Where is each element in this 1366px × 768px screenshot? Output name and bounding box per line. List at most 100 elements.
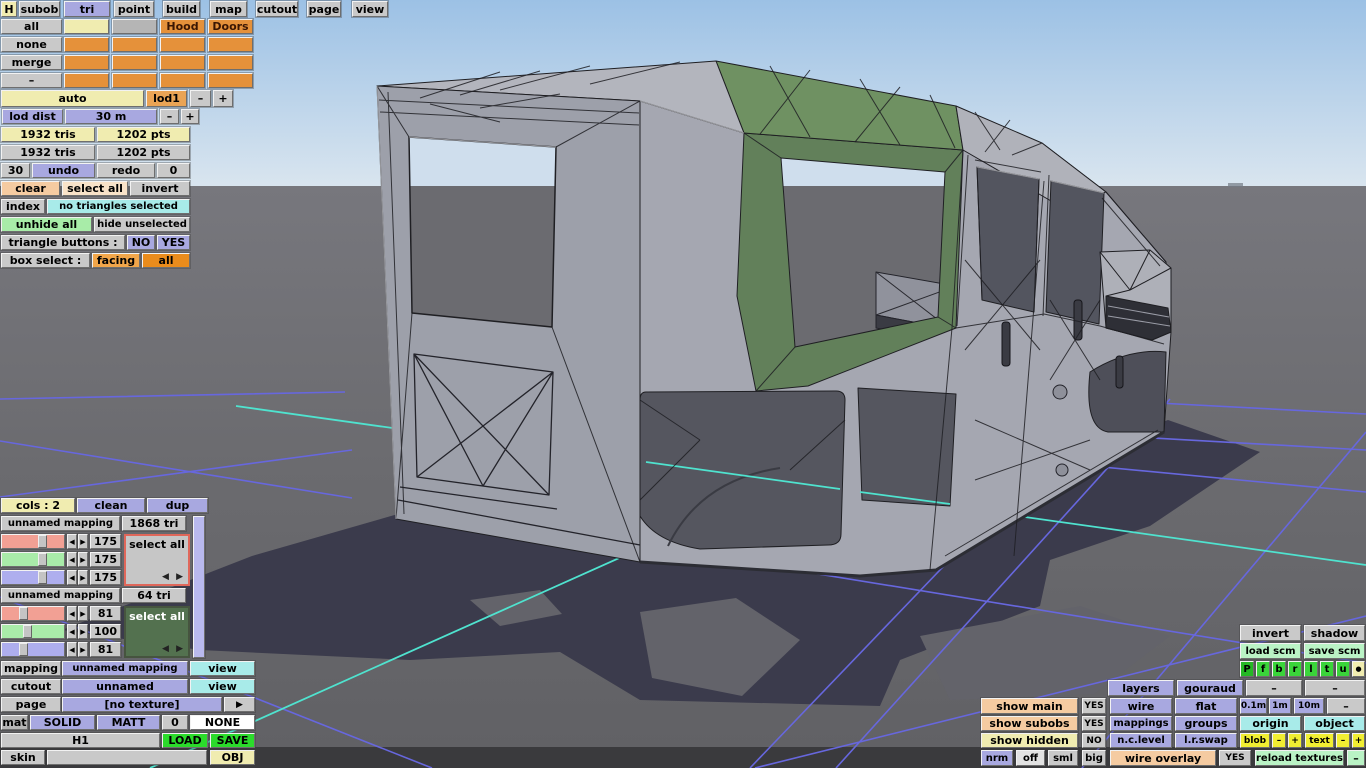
tab-build[interactable]: build xyxy=(162,0,201,18)
box-select-all[interactable]: all xyxy=(141,252,191,269)
subob-slot-2-4[interactable] xyxy=(207,36,254,53)
redo-button[interactable]: redo xyxy=(96,162,156,179)
mapping-list-scrollbar[interactable] xyxy=(192,515,206,659)
lod-plus-button[interactable]: + xyxy=(212,89,234,108)
mappings-button[interactable]: mappings xyxy=(1109,715,1173,732)
mapping-2-blue-slider-thumb[interactable] xyxy=(19,643,28,656)
grid-1m-button[interactable]: 1m xyxy=(1268,697,1292,715)
subob-slot-3-4[interactable] xyxy=(207,54,254,71)
subob-slot-1-2[interactable] xyxy=(111,18,158,35)
show-subobs-toggle[interactable]: YES xyxy=(1081,715,1107,732)
mapping-1-blue-slider[interactable] xyxy=(0,569,66,586)
mapping-1-red-value[interactable]: 175 xyxy=(89,533,122,550)
mapping-current-name[interactable]: unnamed mapping xyxy=(61,660,189,677)
skin-name-field[interactable] xyxy=(46,749,208,766)
nrm-off-button[interactable]: off xyxy=(1015,749,1046,767)
groups-button[interactable]: groups xyxy=(1174,715,1238,732)
mat-index-value[interactable]: 0 xyxy=(161,714,189,731)
mapping-1-blue-value[interactable]: 175 xyxy=(89,569,122,586)
cols-button[interactable]: cols : 2 xyxy=(0,497,76,514)
mat-none-button[interactable]: NONE xyxy=(189,714,256,731)
wire-button[interactable]: wire xyxy=(1109,697,1173,715)
subob-merge-button[interactable]: merge xyxy=(0,54,63,71)
tab-subob[interactable]: subob xyxy=(18,0,61,18)
view-preset-right[interactable]: r xyxy=(1287,660,1303,678)
text-minus[interactable]: – xyxy=(1335,732,1351,749)
mapping-1-select-all-box[interactable]: select all ◀ ▶ xyxy=(124,534,190,586)
cutout-current-name[interactable]: unnamed xyxy=(61,678,189,695)
box-select-facing[interactable]: facing xyxy=(91,252,141,269)
wire-overlay-label[interactable]: wire overlay xyxy=(1109,749,1217,767)
tab-h[interactable]: H xyxy=(0,0,18,18)
subob-slot-4-4[interactable] xyxy=(207,72,254,89)
view-preset-p[interactable]: P xyxy=(1239,660,1255,678)
select-all-button[interactable]: select all xyxy=(61,180,129,197)
subob-slot-4-2[interactable] xyxy=(111,72,158,89)
save-scm-button[interactable]: save scm xyxy=(1303,642,1366,660)
tab-tri-active[interactable]: tri xyxy=(63,0,111,18)
lod1-button[interactable]: lod1 xyxy=(145,89,188,108)
tab-point[interactable]: point xyxy=(113,0,155,18)
subob-slot-2-3[interactable] xyxy=(159,36,206,53)
mapping-1-green-inc[interactable]: ▶ xyxy=(77,551,89,568)
cutout-view-button[interactable]: view xyxy=(189,678,256,695)
text-plus[interactable]: + xyxy=(1351,732,1366,749)
blob-minus[interactable]: – xyxy=(1271,732,1287,749)
mat-solid-button[interactable]: SOLID xyxy=(29,714,96,731)
view-preset-back[interactable]: b xyxy=(1271,660,1287,678)
mapping-view-button[interactable]: view xyxy=(189,660,256,677)
lod-minus-button[interactable]: – xyxy=(189,89,212,108)
show-main-toggle[interactable]: YES xyxy=(1081,697,1107,715)
subob-slot-2-1[interactable] xyxy=(63,36,110,53)
nrm-big-button[interactable]: big xyxy=(1081,749,1107,767)
triangle-buttons-no[interactable]: NO xyxy=(126,234,156,251)
mapping-2-red-value[interactable]: 81 xyxy=(89,605,122,622)
subob-slot-4-1[interactable] xyxy=(63,72,110,89)
invert-selection-button[interactable]: invert xyxy=(129,180,191,197)
show-subobs-label[interactable]: show subobs xyxy=(980,715,1079,732)
mapping-2-red-inc[interactable]: ▶ xyxy=(77,605,89,622)
unhide-all-button[interactable]: unhide all xyxy=(0,216,93,233)
mapping-1-blue-inc[interactable]: ▶ xyxy=(77,569,89,586)
tab-cutout[interactable]: cutout xyxy=(255,0,299,18)
mapping-1-name[interactable]: unnamed mapping xyxy=(0,515,121,532)
lod-dist-minus[interactable]: – xyxy=(159,108,180,125)
mapping-2-name[interactable]: unnamed mapping xyxy=(0,587,121,604)
clear-button[interactable]: clear xyxy=(0,180,61,197)
mapping-2-select-all-box-arrows[interactable]: ◀ ▶ xyxy=(162,644,185,654)
subob-all-button[interactable]: all xyxy=(0,18,63,35)
page-texture-name[interactable]: [no texture] xyxy=(61,696,223,713)
subob-slot-3-3[interactable] xyxy=(159,54,206,71)
nrm-button[interactable]: nrm xyxy=(980,749,1014,767)
invert-view-button[interactable]: invert xyxy=(1239,624,1302,642)
mapping-1-red-inc[interactable]: ▶ xyxy=(77,533,89,550)
mapping-2-blue-inc[interactable]: ▶ xyxy=(77,641,89,658)
tab-map[interactable]: map xyxy=(209,0,248,18)
view-preset-front[interactable]: f xyxy=(1255,660,1271,678)
model-name-field[interactable]: H1 xyxy=(0,732,161,749)
lod-dist-value[interactable]: 30 m xyxy=(64,108,158,125)
wire-overlay-toggle[interactable]: YES xyxy=(1218,749,1252,767)
mat-matt-button[interactable]: MATT xyxy=(96,714,161,731)
load-scm-button[interactable]: load scm xyxy=(1239,642,1302,660)
show-hidden-toggle[interactable]: NO xyxy=(1081,732,1107,749)
gouraud-button[interactable]: gouraud xyxy=(1176,679,1244,697)
layers-button[interactable]: layers xyxy=(1107,679,1175,697)
text-button[interactable]: text xyxy=(1304,732,1335,749)
nc-level-button[interactable]: n.c.level xyxy=(1109,732,1173,749)
mapping-2-select-all-box[interactable]: select all ◀ ▶ xyxy=(124,606,190,658)
mapping-2-blue-value[interactable]: 81 xyxy=(89,641,122,658)
view-preset-left[interactable]: l xyxy=(1303,660,1319,678)
clean-button[interactable]: clean xyxy=(76,497,146,514)
save-button[interactable]: SAVE xyxy=(209,732,256,749)
load-button[interactable]: LOAD xyxy=(161,732,209,749)
mapping-2-green-slider[interactable] xyxy=(0,623,66,640)
subob-slot-2-2[interactable] xyxy=(111,36,158,53)
subob-slot-3-1[interactable] xyxy=(63,54,110,71)
mapping-1-green-slider-thumb[interactable] xyxy=(38,553,47,566)
mapping-1-blue-slider-thumb[interactable] xyxy=(38,571,47,584)
mapping-2-green-slider-thumb[interactable] xyxy=(23,625,32,638)
mapping-1-red-slider[interactable] xyxy=(0,533,66,550)
index-button[interactable]: index xyxy=(0,198,46,215)
lod-dist-plus[interactable]: + xyxy=(180,108,200,125)
